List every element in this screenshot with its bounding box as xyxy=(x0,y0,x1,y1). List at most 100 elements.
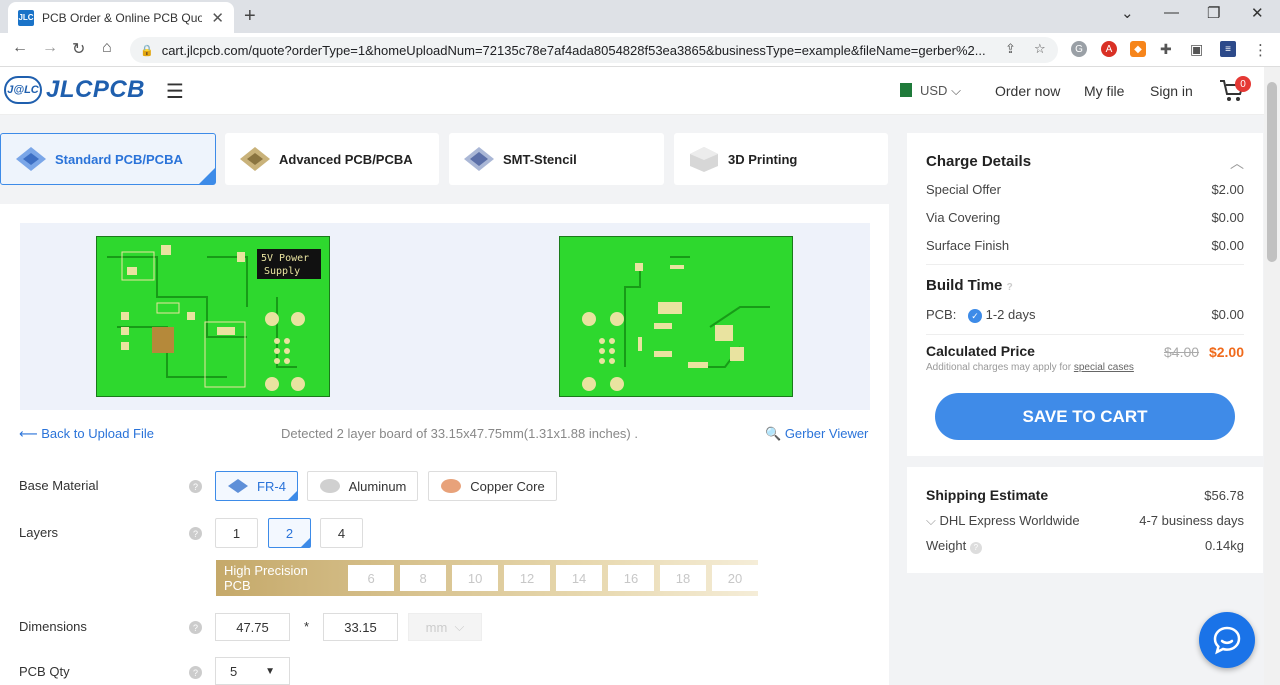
hp-layer-option[interactable]: 20 xyxy=(712,565,758,591)
metamask-fox-icon[interactable]: ◆ xyxy=(1130,41,1146,57)
magnifier-document-icon: 🔍 xyxy=(765,426,782,441)
save-to-cart-button[interactable]: SAVE TO CART xyxy=(935,393,1235,440)
scrollbar-thumb[interactable] xyxy=(1267,82,1277,262)
side-panel-icon[interactable]: ▣ xyxy=(1190,41,1203,58)
dimension-height-input[interactable]: 33.15 xyxy=(323,613,398,641)
tab-label: 3D Printing xyxy=(728,151,798,167)
window-close-icon[interactable]: ✕ xyxy=(1251,4,1264,22)
help-icon[interactable]: ? xyxy=(189,480,202,493)
chevron-down-icon: ⌵ xyxy=(951,83,961,98)
pakistan-flag-icon xyxy=(896,83,912,97)
chevron-up-icon[interactable]: ︿ xyxy=(1230,153,1244,173)
help-icon[interactable]: ? xyxy=(969,542,982,554)
extension-g-icon[interactable]: G xyxy=(1071,41,1087,57)
back-icon[interactable]: ← xyxy=(12,39,28,57)
layers-option-4[interactable]: 4 xyxy=(320,518,363,548)
currency-select[interactable]: USD ⌵ xyxy=(920,83,961,99)
shipping-method-select[interactable]: ⌵ DHL Express Worldwide xyxy=(926,513,1080,529)
option-copper-core[interactable]: Copper Core xyxy=(428,471,557,501)
forward-icon[interactable]: → xyxy=(42,39,58,57)
hp-layer-option[interactable]: 8 xyxy=(400,565,447,591)
arrow-left-icon: ⟵ xyxy=(19,426,38,441)
pcb-qty-select[interactable]: 5 ▼ xyxy=(215,657,290,685)
tab-standard-pcb[interactable]: Standard PCB/PCBA xyxy=(0,133,216,185)
gerber-viewer-label: Gerber Viewer xyxy=(784,426,869,441)
help-icon[interactable]: ? xyxy=(1007,282,1013,293)
layers-option-1[interactable]: 1 xyxy=(215,518,258,548)
build-time-row: PCB: ✓ 1-2 days xyxy=(926,307,1035,323)
address-bar: ← → ↻ ⌂ 🔒 cart.jlcpcb.com/quote?orderTyp… xyxy=(0,33,1280,67)
chevron-down-icon: ⌵ xyxy=(454,619,465,634)
high-precision-label: High Precision PCB xyxy=(224,563,308,593)
shipping-method: DHL Express Worldwide xyxy=(939,513,1080,528)
hp-layer-option[interactable]: 16 xyxy=(608,565,655,591)
check-radio-icon[interactable]: ✓ xyxy=(967,309,982,323)
layers-option-2[interactable]: 2 xyxy=(268,518,311,548)
hp-layer-option[interactable]: 18 xyxy=(660,565,707,591)
browser-tab[interactable]: JLC PCB Order & Online PCB Quote & ✕ xyxy=(8,2,234,33)
tab-label: Standard PCB/PCBA xyxy=(55,151,183,167)
build-pcb-label: PCB: xyxy=(926,307,957,322)
option-label: 2 xyxy=(285,525,294,541)
extension-abp-icon[interactable]: A xyxy=(1101,41,1117,57)
tab-3d-printing[interactable]: 3D Printing xyxy=(674,133,888,185)
gerber-viewer-link[interactable]: 🔍 Gerber Viewer xyxy=(765,426,868,442)
hp-layer-option[interactable]: 6 xyxy=(348,565,395,591)
share-icon[interactable]: ⇪ xyxy=(1005,41,1016,57)
price-note-text: Additional charges may apply for xyxy=(926,362,1072,373)
option-fr4[interactable]: FR-4 xyxy=(215,471,298,501)
page-scrollbar[interactable] xyxy=(1264,67,1280,685)
layers-label: Layers xyxy=(19,525,59,540)
hamburger-menu-icon[interactable]: ☰ xyxy=(166,79,184,104)
divider xyxy=(926,264,1244,265)
help-icon[interactable]: ? xyxy=(189,527,202,540)
order-now-link[interactable]: Order now xyxy=(995,83,1060,99)
my-file-link[interactable]: My file xyxy=(1084,83,1124,99)
tab-search-icon[interactable]: ⌄ xyxy=(1121,4,1134,22)
build-time-title: Build Time ? xyxy=(926,277,1013,294)
extensions-puzzle-icon[interactable]: ✚ xyxy=(1160,41,1172,58)
close-tab-icon[interactable]: ✕ xyxy=(211,9,224,27)
advanced-pcb-icon xyxy=(240,147,270,171)
help-icon[interactable]: ? xyxy=(189,666,202,679)
pcb-bottom-view[interactable] xyxy=(559,236,793,397)
url-text[interactable]: cart.jlcpcb.com/quote?orderType=1&homeUp… xyxy=(162,43,1022,58)
build-option: 1-2 days xyxy=(985,307,1036,322)
reload-icon[interactable]: ↻ xyxy=(72,39,85,59)
standard-pcb-icon xyxy=(16,147,46,171)
charge-item-label: Surface Finish xyxy=(926,238,1010,253)
divider xyxy=(926,334,1244,335)
cart-count-badge: 0 xyxy=(1235,76,1251,92)
special-cases-link[interactable]: special cases xyxy=(1074,362,1134,373)
high-precision-bar: High Precision PCB 6 8 10 12 14 16 18 20 xyxy=(216,560,758,596)
browser-menu-icon[interactable]: ⋮ xyxy=(1253,41,1268,59)
chat-button[interactable] xyxy=(1199,612,1255,668)
profile-flag-icon[interactable]: ≡ xyxy=(1220,41,1236,57)
restore-icon[interactable]: ❐ xyxy=(1207,4,1220,22)
hp-layer-option[interactable]: 14 xyxy=(556,565,603,591)
shipping-days: 4-7 business days xyxy=(1139,513,1244,528)
dimension-width-input[interactable]: 47.75 xyxy=(215,613,290,641)
tab-label: SMT-Stencil xyxy=(503,151,577,167)
omnibox[interactable]: 🔒 cart.jlcpcb.com/quote?orderType=1&home… xyxy=(130,37,1058,63)
home-icon[interactable]: ⌂ xyxy=(102,39,112,57)
option-label: FR-4 xyxy=(257,478,286,494)
sign-in-link[interactable]: Sign in xyxy=(1150,83,1193,99)
minimize-icon[interactable]: — xyxy=(1164,4,1179,21)
tab-advanced-pcb[interactable]: Advanced PCB/PCBA xyxy=(225,133,439,185)
new-tab-icon[interactable]: + xyxy=(244,5,256,28)
tab-smt-stencil[interactable]: SMT-Stencil xyxy=(449,133,664,185)
pcb-top-view[interactable]: 5V Power Supply xyxy=(96,236,330,397)
lock-icon: 🔒 xyxy=(140,44,154,57)
bookmark-star-icon[interactable]: ☆ xyxy=(1034,41,1046,57)
hp-layer-option[interactable]: 12 xyxy=(504,565,551,591)
charge-item-label: Via Covering xyxy=(926,210,1001,225)
back-to-upload-link[interactable]: ⟵ Back to Upload File xyxy=(19,426,154,442)
option-aluminum[interactable]: Aluminum xyxy=(307,471,418,501)
unit-select[interactable]: mm ⌵ xyxy=(408,613,482,641)
help-icon[interactable]: ? xyxy=(189,621,202,634)
hp-layer-option[interactable]: 10 xyxy=(452,565,499,591)
selected-corner-mark xyxy=(301,538,310,547)
selected-corner-mark xyxy=(199,168,215,184)
jlcpcb-logo[interactable]: J@LC JLCPCB xyxy=(4,76,145,104)
